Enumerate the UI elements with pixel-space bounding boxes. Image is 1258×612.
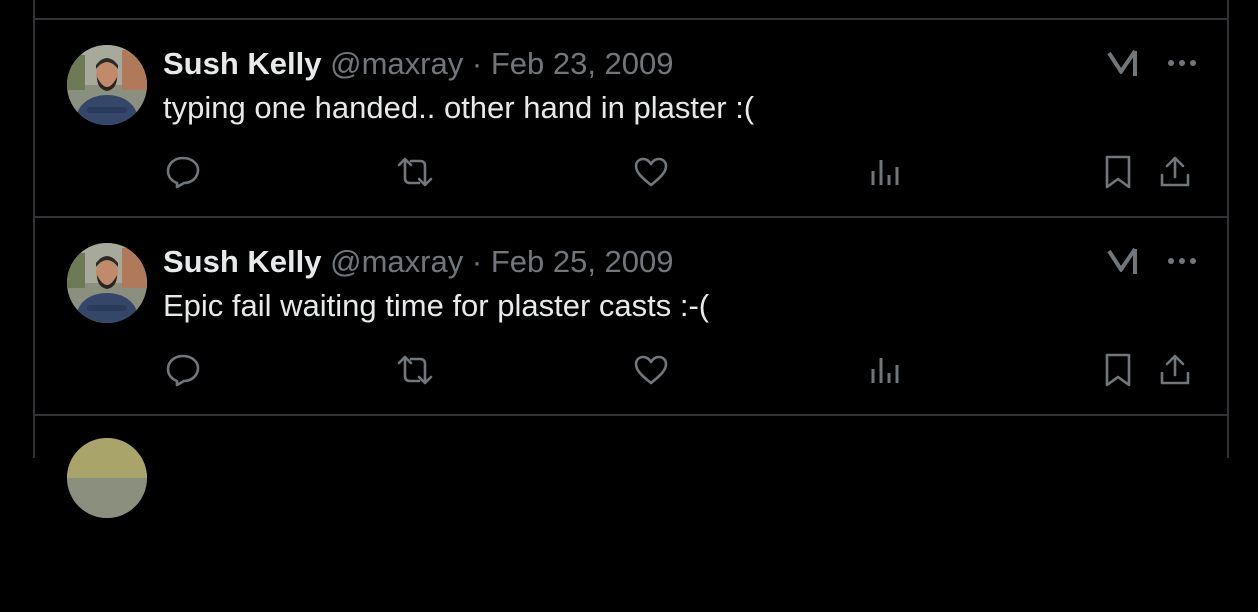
avatar[interactable] xyxy=(67,438,147,518)
tweet-actions xyxy=(163,152,1190,192)
reply-icon[interactable] xyxy=(163,350,203,390)
more-options-icon[interactable] xyxy=(1167,257,1197,265)
grok-icon[interactable] xyxy=(1107,246,1141,276)
tweet-card[interactable]: Sush Kelly @maxray · Feb 23, 2009 typing… xyxy=(35,20,1227,216)
bookmark-icon[interactable] xyxy=(1098,350,1138,390)
more-options-icon[interactable] xyxy=(1167,59,1197,67)
tweet-date[interactable]: Feb 25, 2009 xyxy=(491,244,674,279)
timeline: Sush Kelly @maxray · Feb 23, 2009 typing… xyxy=(33,0,1229,518)
tweet-date[interactable]: Feb 23, 2009 xyxy=(491,46,674,81)
author-name[interactable]: Sush Kelly xyxy=(163,244,322,279)
author-name[interactable]: Sush Kelly xyxy=(163,46,322,81)
tweet-header: Sush Kelly @maxray · Feb 25, 2009 xyxy=(163,242,674,282)
grok-icon[interactable] xyxy=(1107,48,1141,78)
author-handle[interactable]: @maxray xyxy=(330,244,463,279)
tweet-top-controls xyxy=(1107,48,1197,78)
share-icon[interactable] xyxy=(1155,350,1195,390)
author-handle[interactable]: @maxray xyxy=(330,46,463,81)
tweet-actions xyxy=(163,350,1190,390)
tweet-card[interactable]: Sush Kelly @maxray · Feb 25, 2009 Epic f… xyxy=(35,218,1227,414)
meta-separator: · xyxy=(471,46,483,81)
like-icon[interactable] xyxy=(631,152,671,192)
tweet-card[interactable] xyxy=(35,416,1227,612)
meta-separator: · xyxy=(471,244,483,279)
views-icon[interactable] xyxy=(865,152,905,192)
bookmark-icon[interactable] xyxy=(1098,152,1138,192)
avatar[interactable] xyxy=(67,243,147,323)
like-icon[interactable] xyxy=(631,350,671,390)
tweet-top-controls xyxy=(1107,246,1197,276)
retweet-icon[interactable] xyxy=(395,152,435,192)
tweet-text: Epic fail waiting time for plaster casts… xyxy=(163,288,710,323)
retweet-icon[interactable] xyxy=(395,350,435,390)
views-icon[interactable] xyxy=(865,350,905,390)
share-icon[interactable] xyxy=(1155,152,1195,192)
tweet-header: Sush Kelly @maxray · Feb 23, 2009 xyxy=(163,44,674,84)
avatar[interactable] xyxy=(67,45,147,125)
reply-icon[interactable] xyxy=(163,152,203,192)
tweet-text: typing one handed.. other hand in plaste… xyxy=(163,90,755,125)
